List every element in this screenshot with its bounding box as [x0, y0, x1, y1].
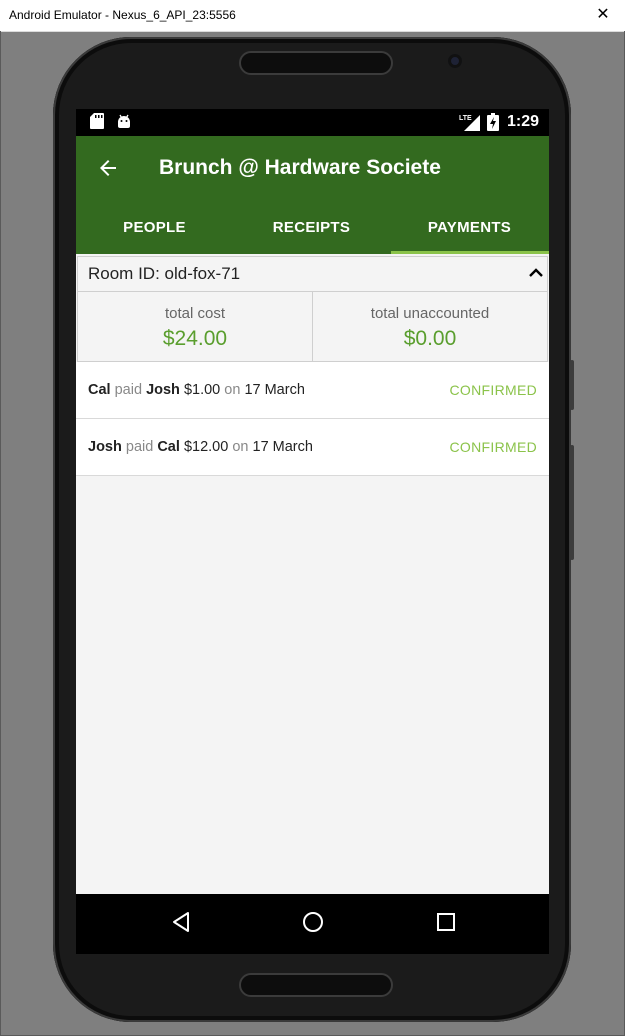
- nav-home-icon[interactable]: [301, 910, 325, 934]
- power-button[interactable]: [570, 360, 574, 410]
- payment-amount: $1.00: [183, 382, 221, 398]
- svg-text:LTE: LTE: [459, 115, 472, 122]
- android-debug-icon: [118, 114, 130, 128]
- payment-description: Cal paid Josh $1.00 on 17 March: [88, 382, 305, 398]
- window-border-left: [0, 31, 1, 1036]
- navigation-bar: [76, 894, 549, 954]
- tab-people[interactable]: PEOPLE: [76, 208, 233, 254]
- tab-label: PAYMENTS: [427, 219, 512, 236]
- room-id-label: Room ID: old-fox-71: [88, 264, 241, 283]
- tab-payments[interactable]: PAYMENTS: [391, 208, 548, 254]
- nav-back-icon[interactable]: [169, 910, 193, 934]
- nav-recents-icon[interactable]: [434, 910, 458, 934]
- window-titlebar: Android Emulator - Nexus_6_API_23:5556 ✕: [0, 0, 625, 32]
- selected-tab-indicator: [391, 251, 549, 254]
- page-title: Brunch @ Hardware Societe: [159, 156, 441, 179]
- payment-row[interactable]: Josh paid Cal $12.00 on 17 March CONFIRM…: [76, 419, 549, 476]
- sd-card-icon: [90, 113, 104, 129]
- status-badge: CONFIRMED: [449, 382, 537, 398]
- window-title: Android Emulator - Nexus_6_API_23:5556: [9, 8, 236, 22]
- chevron-up-icon[interactable]: [528, 266, 544, 280]
- payment-row[interactable]: Cal paid Josh $1.00 on 17 March CONFIRME…: [76, 362, 549, 419]
- battery-charging-icon: [487, 113, 499, 131]
- room-id-header[interactable]: Room ID: old-fox-71: [77, 256, 548, 292]
- total-cost-value: $24.00: [162, 327, 228, 350]
- total-cost-label: total cost: [164, 305, 226, 322]
- payer-name: Cal: [88, 382, 111, 398]
- total-unaccounted-value: $0.00: [403, 327, 457, 350]
- total-cost-card: total cost $24.00: [77, 291, 313, 362]
- payer-name: Josh: [88, 439, 122, 455]
- payment-date: 17 March: [252, 439, 313, 455]
- arrow-back-icon[interactable]: [96, 156, 120, 180]
- tab-label: PEOPLE: [123, 219, 186, 236]
- payee-name: Josh: [146, 382, 180, 398]
- volume-button[interactable]: [570, 445, 574, 560]
- on-text: on: [232, 439, 249, 455]
- top-speaker: [239, 51, 393, 75]
- app-bar: Brunch @ Hardware Societe PEOPLE RECEIPT…: [76, 136, 549, 254]
- tab-receipts[interactable]: RECEIPTS: [233, 208, 390, 254]
- lte-signal-icon: LTE: [459, 115, 480, 131]
- paid-text: paid: [125, 439, 154, 455]
- front-camera: [448, 54, 462, 68]
- status-badge: CONFIRMED: [449, 439, 537, 455]
- status-time: 1:29: [507, 113, 540, 130]
- payment-amount: $12.00: [183, 439, 229, 455]
- window-close-button[interactable]: ✕: [588, 4, 618, 26]
- paid-text: paid: [114, 382, 143, 398]
- on-text: on: [224, 382, 241, 398]
- payee-name: Cal: [157, 439, 180, 455]
- total-unaccounted-card: total unaccounted $0.00: [312, 291, 548, 362]
- payment-description: Josh paid Cal $12.00 on 17 March: [88, 439, 313, 455]
- total-unaccounted-label: total unaccounted: [370, 305, 490, 322]
- payment-date: 17 March: [244, 382, 305, 398]
- device-screen: LTE 1:29 Brunch @ Hardware Societe PEOPL…: [76, 109, 549, 954]
- status-bar: LTE 1:29: [76, 109, 549, 136]
- bottom-speaker: [239, 973, 393, 997]
- tab-label: RECEIPTS: [272, 219, 351, 236]
